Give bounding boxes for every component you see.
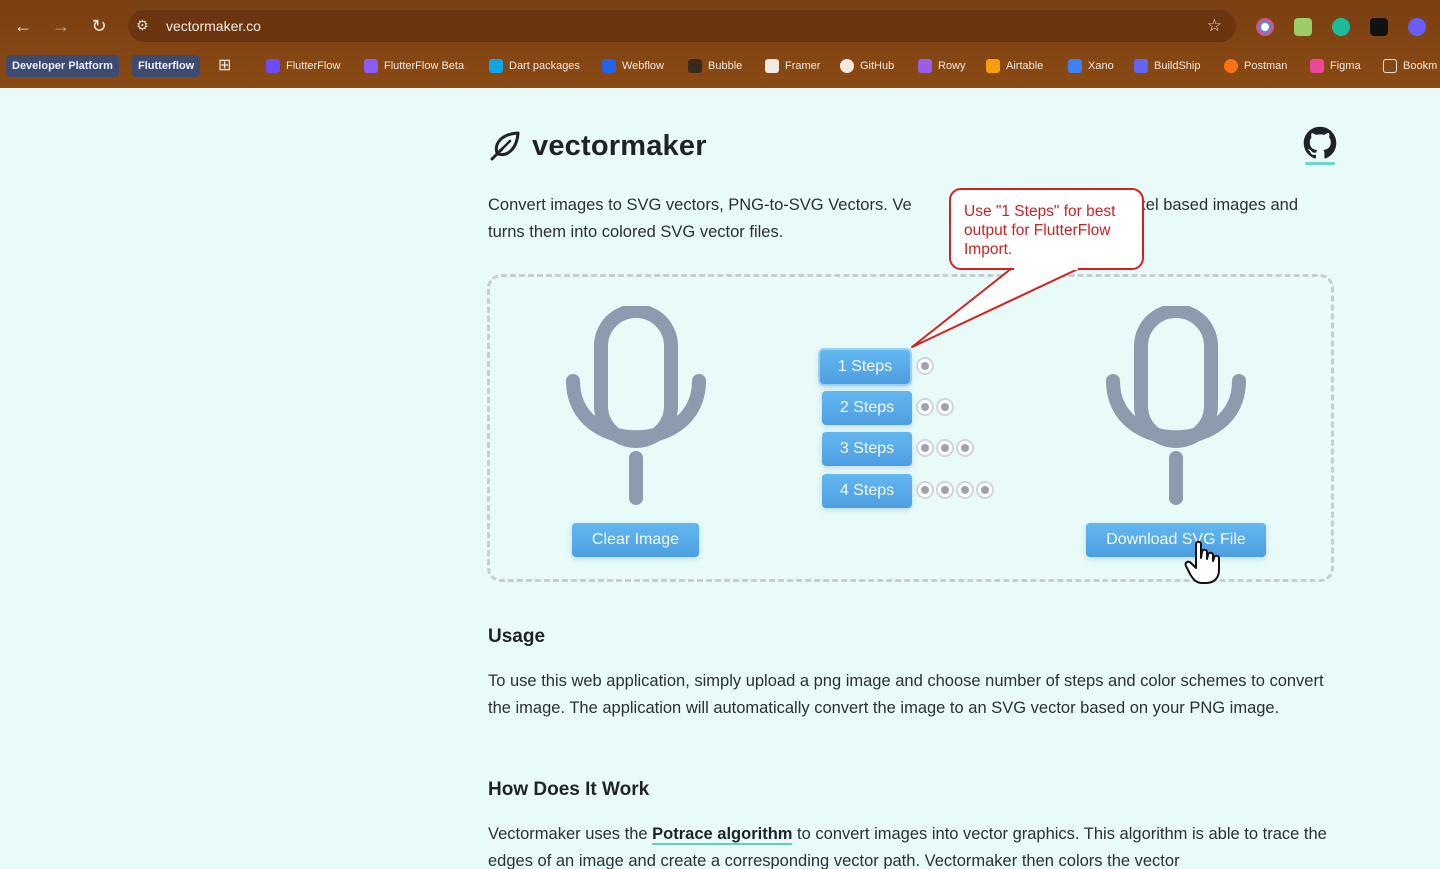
apps-grid-icon[interactable]: ⊞: [218, 55, 231, 77]
folder-icon: [1383, 59, 1397, 73]
step-dot: [916, 439, 934, 457]
extension-sheets-icon[interactable]: [1294, 18, 1312, 36]
microphone-input-icon: [566, 306, 706, 505]
hand-cursor-icon: [1184, 540, 1220, 584]
step-dot: [936, 398, 954, 416]
bookmark-postman[interactable]: Postman: [1224, 55, 1287, 77]
step-dot: [936, 481, 954, 499]
steps-2-dots: [916, 398, 954, 416]
github-underline: [1305, 162, 1335, 165]
address-bar[interactable]: ⚙ vectormaker.co ☆: [128, 10, 1236, 42]
flutterflow-icon: [266, 59, 280, 73]
bookmark-xano[interactable]: Xano: [1068, 55, 1114, 77]
bubble-icon: [688, 59, 702, 73]
intro-text: Convert images to SVG vectors, PNG-to-SV…: [488, 196, 1299, 241]
bookmark-airtable[interactable]: Airtable: [986, 55, 1043, 77]
bookmark-flutterflow-beta[interactable]: FlutterFlow Beta: [364, 55, 464, 77]
dart-icon: [489, 59, 503, 73]
browser-chrome: ← → ↻ ⚙ vectormaker.co ☆ Developer Platf…: [0, 0, 1440, 88]
step-dot: [956, 481, 974, 499]
feather-icon: [490, 131, 520, 161]
step-dot: [976, 481, 994, 499]
steps-4-dots: [916, 481, 994, 499]
bookmark-framer[interactable]: Framer: [765, 55, 820, 77]
microphone-output-icon: [1106, 306, 1246, 505]
clear-image-button[interactable]: Clear Image: [572, 523, 699, 557]
bookmark-flutterflow[interactable]: FlutterFlow: [266, 55, 340, 77]
site-logo[interactable]: vectormaker: [488, 126, 707, 166]
bookmark-star-icon[interactable]: ☆: [1207, 16, 1222, 36]
rowy-icon: [918, 59, 932, 73]
how-it-works-heading: How Does It Work: [488, 779, 650, 800]
postman-icon: [1224, 59, 1238, 73]
steps-1-button[interactable]: 1 Steps: [820, 350, 910, 384]
forward-arrow-icon[interactable]: →: [50, 15, 72, 37]
bookmark-rowy[interactable]: Rowy: [918, 55, 966, 77]
step-dot: [916, 481, 934, 499]
steps-4-button[interactable]: 4 Steps: [822, 474, 912, 508]
back-arrow-icon[interactable]: ←: [12, 15, 34, 37]
extension-framer-icon[interactable]: [1370, 18, 1388, 36]
step-dot: [916, 398, 934, 416]
flutterflow-beta-icon: [364, 59, 378, 73]
annotation-callout: Use "1 Steps" for best output for Flutte…: [949, 188, 1144, 270]
bookmark-github[interactable]: GitHub: [840, 55, 894, 77]
bookmark-folder[interactable]: Bookm: [1383, 55, 1437, 77]
bookmark-figma[interactable]: Figma: [1310, 55, 1361, 77]
airtable-icon: [986, 59, 1000, 73]
download-svg-button[interactable]: Download SVG File: [1086, 523, 1266, 557]
bookmark-buildship[interactable]: BuildShip: [1134, 55, 1200, 77]
reload-icon[interactable]: ↻: [88, 15, 110, 37]
logo-text: vectormaker: [532, 129, 707, 162]
extension-chrome-icon[interactable]: [1256, 18, 1274, 36]
bookmarks-bar: Developer Platform Flutterflow ⊞ Flutter…: [0, 52, 1440, 80]
potrace-link[interactable]: Potrace algorithm: [652, 825, 793, 845]
how-it-works-text: Vectormaker uses the Potrace algorithm t…: [488, 825, 1327, 869]
steps-3-dots: [916, 439, 974, 457]
step-dot: [956, 439, 974, 457]
bookmark-dart-packages[interactable]: Dart packages: [489, 55, 580, 77]
framer-icon: [765, 59, 779, 73]
bookmark-bubble[interactable]: Bubble: [688, 55, 742, 77]
browser-toolbar: ← → ↻ ⚙ vectormaker.co ☆: [0, 6, 1440, 46]
github-icon: [840, 59, 854, 73]
step-dot: [936, 439, 954, 457]
url-text: vectormaker.co: [166, 18, 261, 34]
bookmark-webflow[interactable]: Webflow: [602, 55, 664, 77]
steps-1-dots: [916, 357, 934, 375]
webflow-icon: [602, 59, 616, 73]
figma-icon: [1310, 59, 1324, 73]
usage-text: To use this web application, simply uplo…: [488, 672, 1324, 717]
usage-heading: Usage: [488, 626, 546, 647]
github-icon: [1303, 126, 1337, 159]
step-dot: [916, 357, 934, 375]
steps-3-button[interactable]: 3 Steps: [822, 432, 912, 466]
bookmark-flutterflow-folder[interactable]: Flutterflow: [132, 55, 201, 77]
buildship-icon: [1134, 59, 1148, 73]
extension-grammarly-icon[interactable]: [1332, 18, 1350, 36]
github-link[interactable]: [1303, 126, 1337, 166]
xano-icon: [1068, 59, 1082, 73]
bookmark-developer-platform[interactable]: Developer Platform: [6, 55, 119, 77]
site-settings-icon[interactable]: ⚙: [136, 17, 149, 34]
extension-profile-icon[interactable]: [1408, 18, 1426, 36]
steps-2-button[interactable]: 2 Steps: [822, 391, 912, 425]
